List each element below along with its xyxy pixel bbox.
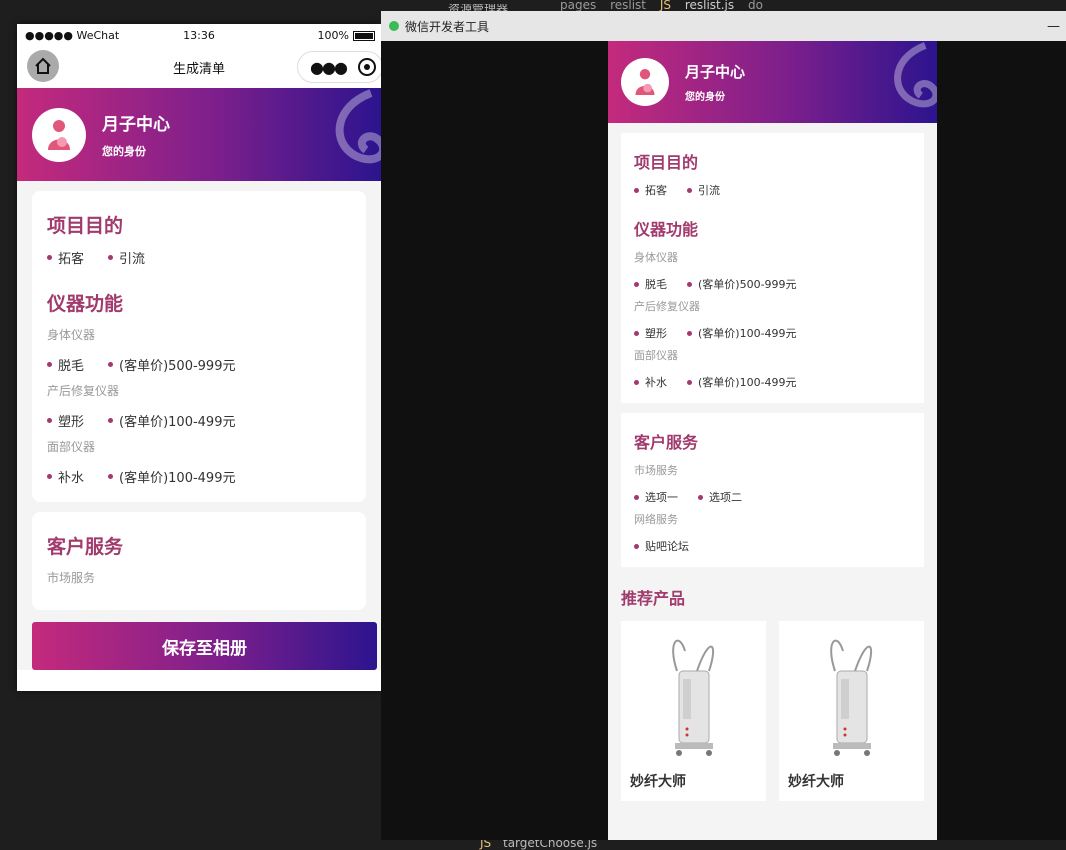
section-title-recommend: 推荐产品: [621, 589, 686, 608]
avatar: [621, 58, 669, 106]
group-label: 身体仪器: [47, 328, 96, 342]
devtools-titlebar: 微信开发者工具 —: [381, 11, 1066, 41]
tag-item: 脱毛: [47, 355, 84, 374]
swirl-decoration-icon: [894, 42, 937, 108]
product-card[interactable]: 妙纤大师: [621, 621, 766, 801]
battery-label: 100%: [317, 28, 349, 42]
product-card[interactable]: 妙纤大师: [779, 621, 924, 801]
section-title-features: 仪器功能: [47, 293, 124, 315]
identity-subtitle: 您的身份: [685, 92, 725, 103]
group-label: 网络服务: [634, 513, 678, 526]
identity-title: 月子中心: [685, 63, 746, 81]
service-card: 客户服务 市场服务 选项一 选项二 网络服务 贴吧论坛: [621, 413, 924, 567]
section-title-service: 客户服务: [634, 433, 699, 452]
project-card: 项目目的 拓客 引流 仪器功能 身体仪器 脱毛 (客单价)500-999元 产后…: [32, 191, 366, 502]
simulator-view: 月子中心 您的身份 项目目的 拓客 引流 仪器功能 身体仪器 脱毛 (客单价)5…: [608, 41, 937, 840]
carrier-label: ●●●●● WeChat: [25, 28, 120, 42]
group-label: 产后修复仪器: [634, 300, 700, 313]
beauty-machine-image: [830, 639, 872, 756]
identity-banner: 月子中心 您的身份: [608, 41, 937, 123]
swirl-decoration-icon: [335, 89, 381, 164]
section-title-purpose: 项目目的: [47, 215, 124, 237]
tag-item: 拓客: [634, 182, 667, 198]
group-label: 产后修复仪器: [47, 384, 120, 398]
tag-item: (客单价)100-499元: [687, 374, 797, 390]
tag-item: 塑形: [47, 411, 84, 430]
product-name: 妙纤大师: [630, 774, 686, 790]
minimize-icon[interactable]: —: [1047, 19, 1060, 34]
tag-item: (客单价)100-499元: [108, 467, 235, 486]
battery-icon: [353, 30, 375, 41]
tag-item: (客单价)100-499元: [108, 411, 235, 430]
section-title-features: 仪器功能: [634, 220, 699, 239]
group-label: 市场服务: [634, 464, 678, 477]
devtools-window: 微信开发者工具 — 月子中心 您的身份 项目目的 拓客 引流 仪器功能 身体仪器…: [381, 11, 1066, 840]
nav-bar: 生成清单 ●●●: [17, 46, 381, 88]
tag-item: (客单价)500-999元: [108, 355, 235, 374]
tag-item: 引流: [108, 248, 145, 267]
devtools-title: 微信开发者工具: [405, 19, 490, 34]
tag-item: 脱毛: [634, 276, 667, 292]
tag-item: 贴吧论坛: [634, 538, 689, 554]
beauty-machine-image: [672, 639, 714, 756]
product-list: 妙纤大师 妙纤大师: [621, 621, 924, 801]
identity-title: 月子中心: [102, 115, 170, 135]
tag-item: 塑形: [634, 325, 667, 341]
save-to-album-button[interactable]: 保存至相册: [32, 622, 377, 670]
group-label: 身体仪器: [634, 251, 678, 264]
tag-item: 引流: [687, 182, 720, 198]
status-bar: ●●●●● WeChat 13:36 100%: [17, 24, 381, 46]
tag-item: (客单价)100-499元: [687, 325, 797, 341]
close-mini-program-icon[interactable]: [357, 58, 376, 76]
product-name: 妙纤大师: [788, 774, 844, 790]
phone-preview: ●●●●● WeChat 13:36 100% 生成清单 ●●● 月子中心 您的…: [17, 24, 381, 691]
avatar: [32, 107, 86, 162]
service-card: 客户服务 市场服务: [32, 512, 366, 610]
group-label: 市场服务: [47, 571, 96, 585]
mother-baby-icon: [48, 119, 70, 150]
tag-item: 选项一: [634, 489, 678, 505]
tag-item: (客单价)500-999元: [687, 276, 797, 292]
home-button[interactable]: [27, 50, 59, 82]
bottom-bar: [17, 670, 381, 691]
home-icon: [35, 57, 51, 74]
more-icon[interactable]: ●●●: [310, 58, 348, 77]
section-title-purpose: 项目目的: [634, 153, 699, 172]
wechat-devtools-icon: [389, 21, 399, 31]
identity-subtitle: 您的身份: [102, 145, 146, 158]
section-title-service: 客户服务: [47, 536, 124, 558]
group-label: 面部仪器: [634, 349, 678, 362]
project-card: 项目目的 拓客 引流 仪器功能 身体仪器 脱毛 (客单价)500-999元 产后…: [621, 133, 924, 403]
group-label: 面部仪器: [47, 440, 96, 454]
capsule-menu: ●●●: [297, 51, 381, 83]
tag-item: 补水: [634, 374, 667, 390]
tag-item: 补水: [47, 467, 84, 486]
tag-item: 选项二: [698, 489, 742, 505]
mother-baby-icon: [635, 69, 655, 95]
tag-item: 拓客: [47, 248, 84, 267]
identity-banner: 月子中心 您的身份: [17, 88, 381, 181]
battery-indicator: 100%: [318, 29, 375, 42]
